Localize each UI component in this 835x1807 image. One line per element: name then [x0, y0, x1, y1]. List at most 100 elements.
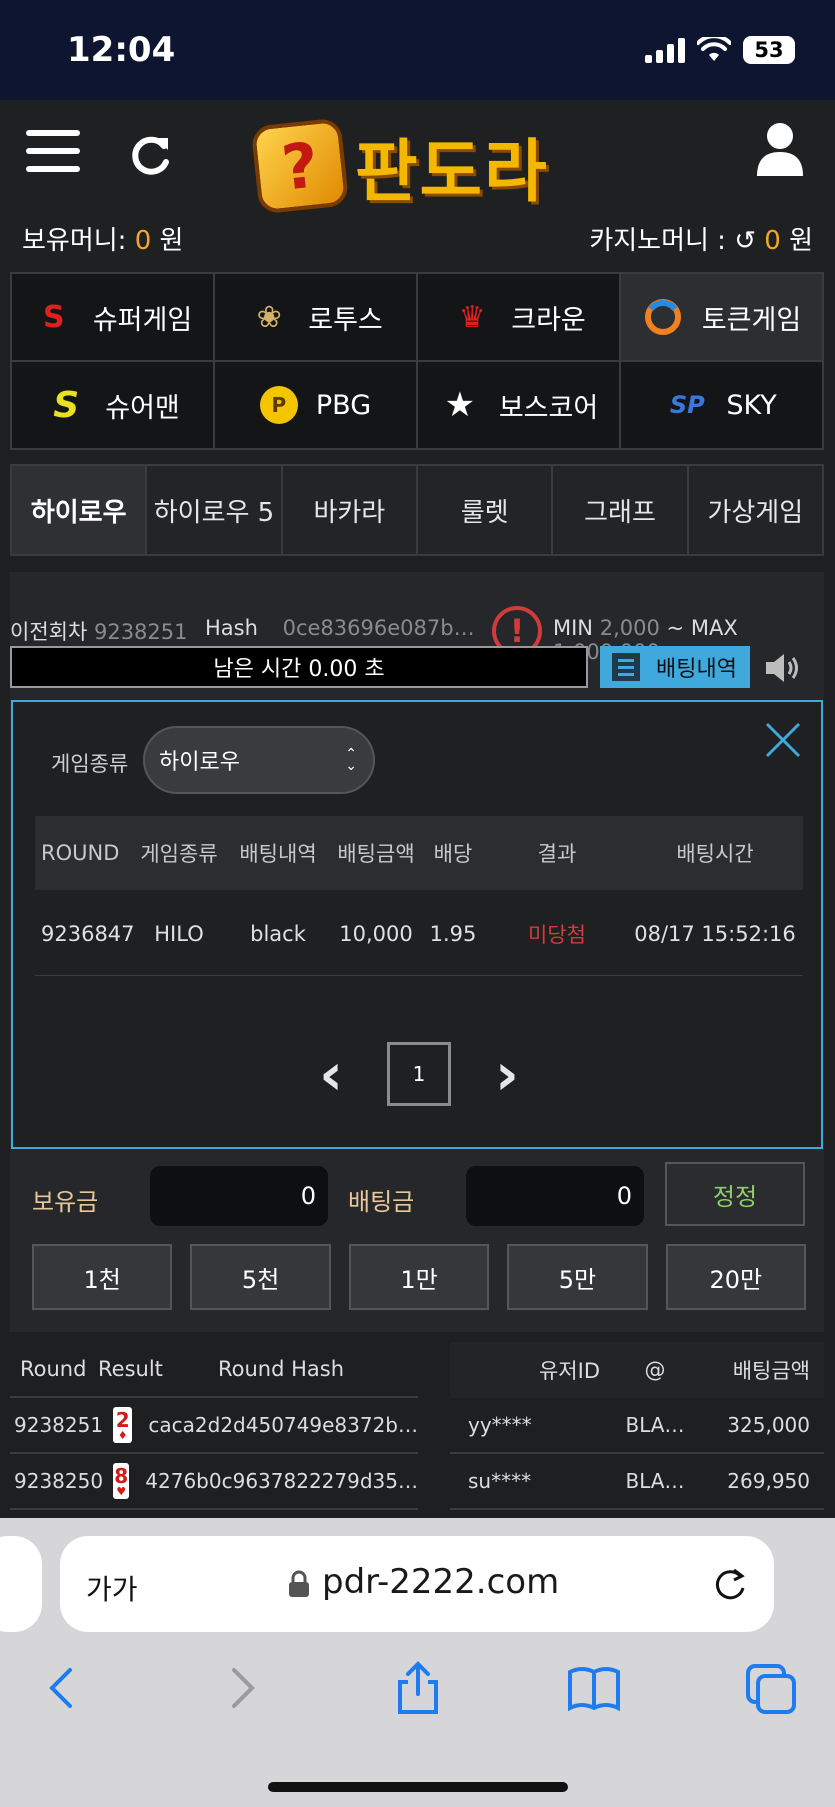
- share-icon[interactable]: [388, 1658, 448, 1718]
- game-sky[interactable]: SP SKY: [621, 362, 822, 448]
- wifi-icon: [697, 37, 731, 61]
- previous-round: 이전회차 9238251: [10, 616, 188, 646]
- prev-page-icon[interactable]: ‹: [319, 1045, 343, 1103]
- game-label: 토큰게임: [701, 304, 802, 336]
- casino-money: 카지노머니 : ↺ 0 원: [589, 220, 813, 257]
- chip-200k-button[interactable]: 20만: [665, 1244, 807, 1310]
- game-label: 슈어맨: [105, 392, 180, 424]
- casino-money-label: 카지노머니 :: [589, 226, 726, 256]
- user-amount: 269,950: [727, 1469, 810, 1493]
- user-id: su****: [468, 1469, 532, 1493]
- game-type-select[interactable]: 하이로우 ⌃ ⌄: [143, 726, 375, 794]
- chip-50k-button[interactable]: 5만: [507, 1244, 648, 1310]
- game-label: 크라운: [511, 304, 586, 336]
- prev-round-value: 9238251: [93, 620, 188, 644]
- row-time: 08/17 15:52:16: [634, 921, 796, 946]
- address-bar[interactable]: 가가 pdr-2222.com: [60, 1536, 774, 1632]
- casino-money-unit: 원: [789, 226, 813, 256]
- clock: 12:04: [67, 30, 176, 70]
- game-crown[interactable]: ♛ 크라운: [418, 274, 619, 360]
- reset-button[interactable]: 정정: [665, 1162, 805, 1226]
- url-text: pdr-2222.com: [322, 1562, 560, 1602]
- forward-icon[interactable]: [212, 1658, 272, 1718]
- page-number-button[interactable]: 1: [387, 1042, 451, 1106]
- round-list-header: Round Result Round Hash: [10, 1342, 418, 1398]
- balance-field: 0: [150, 1166, 328, 1226]
- close-icon[interactable]: [763, 720, 803, 760]
- bookmarks-icon[interactable]: [564, 1658, 624, 1718]
- reload-icon[interactable]: [712, 1566, 748, 1604]
- game-pbg[interactable]: P PBG: [215, 362, 416, 448]
- tab-hilo[interactable]: 하이로우: [12, 466, 146, 554]
- tab-virtual[interactable]: 가상게임: [688, 466, 822, 554]
- refresh-icon[interactable]: [128, 132, 174, 178]
- speaker-icon[interactable]: [762, 650, 802, 686]
- game-label: 슈퍼게임: [92, 304, 193, 336]
- game-sureman[interactable]: S 슈어맨: [12, 362, 213, 448]
- tab-graph[interactable]: 그래프: [553, 466, 687, 554]
- status-bar: 12:04 53: [0, 0, 835, 100]
- browser-toolbar: [0, 1658, 835, 1738]
- row-result: 미당첨: [528, 922, 586, 947]
- list-icon: [612, 653, 640, 681]
- col-amount: 배팅금액: [337, 842, 415, 866]
- game-boscore[interactable]: ★ 보스코어: [418, 362, 619, 448]
- tab-hilo5[interactable]: 하이로우 5: [147, 466, 281, 554]
- tab-roulette[interactable]: 룰렛: [417, 466, 552, 554]
- max-label: MAX: [690, 616, 738, 640]
- game-menu-grid: S 슈퍼게임 ❀ 로투스 ♛ 크라운 토큰게임 S 슈어맨 P PBG ★ 보스…: [10, 272, 824, 450]
- game-super[interactable]: S 슈퍼게임: [12, 274, 213, 360]
- betting-area: 보유금 0 배팅금 0 정정 1천 5천 1만 5만 20만: [10, 1152, 824, 1332]
- home-indicator: [268, 1782, 568, 1792]
- round-number: 9238250: [14, 1469, 104, 1493]
- chip-10k-button[interactable]: 1만: [348, 1244, 490, 1310]
- round-hash: caca2d2d450749e8372b…: [148, 1413, 418, 1437]
- row-amount: 10,000: [339, 921, 413, 946]
- hash-info: Hash 0ce83696e087b…: [205, 616, 475, 640]
- superman-s-icon: S: [43, 299, 65, 335]
- battery-icon: 53: [743, 36, 795, 64]
- col-time: 배팅시간: [676, 842, 754, 866]
- min-value: 2,000: [599, 616, 660, 640]
- game-type-label: 게임종류: [51, 752, 129, 776]
- reader-text-size-button[interactable]: 가가: [86, 1568, 138, 1608]
- col-odds: 배당: [433, 842, 473, 866]
- game-label: 로투스: [308, 304, 383, 336]
- site-logo[interactable]: ? 판도라: [250, 116, 549, 215]
- hamburger-menu-icon[interactable]: [26, 130, 80, 176]
- col-round: Round: [20, 1357, 87, 1381]
- tabs-icon[interactable]: [740, 1658, 800, 1718]
- bet-amount-field[interactable]: 0: [466, 1166, 644, 1226]
- pagination: ‹ 1 ›: [13, 1042, 825, 1106]
- hash-value: 0ce83696e087b…: [282, 616, 475, 640]
- back-icon[interactable]: [32, 1658, 92, 1718]
- sureman-s-icon: S: [53, 384, 80, 426]
- row-round: 9236847: [41, 921, 135, 946]
- sky-sp-icon: SP: [669, 391, 705, 419]
- user-amount: 325,000: [727, 1413, 810, 1437]
- casino-money-value: 0: [764, 226, 781, 256]
- balance-label: 보유금: [32, 1188, 99, 1216]
- bet-history-modal: 게임종류 하이로우 ⌃ ⌄ ROUND 게임종류 배팅내역 배팅금액 배당 결과 …: [11, 700, 823, 1149]
- user-id: yy****: [468, 1413, 532, 1437]
- user-pick: BLA…: [625, 1469, 685, 1493]
- bet-history-button[interactable]: 배팅내역: [600, 646, 750, 688]
- tilde: ~: [666, 616, 685, 640]
- game-token[interactable]: 토큰게임: [621, 274, 822, 360]
- col-pick: @: [644, 1358, 666, 1382]
- select-chevrons-icon: ⌃ ⌄: [345, 746, 357, 774]
- round-info-row: 이전회차 9238251 Hash 0ce83696e087b… ! MIN 2…: [10, 592, 824, 664]
- prev-round-label: 이전회차: [10, 620, 88, 644]
- casino-refresh-icon[interactable]: ↺: [734, 226, 756, 256]
- chip-5k-button[interactable]: 5천: [190, 1244, 331, 1310]
- tab-baccarat[interactable]: 바카라: [282, 466, 416, 554]
- game-lotus[interactable]: ❀ 로투스: [215, 274, 416, 360]
- chip-buttons: 1천 5천 1만 5만 20만: [32, 1244, 807, 1310]
- next-page-icon[interactable]: ›: [495, 1045, 519, 1103]
- holding-money-unit: 원: [159, 226, 184, 256]
- previous-tab-preview[interactable]: [0, 1536, 42, 1632]
- chip-1k-button[interactable]: 1천: [32, 1244, 173, 1310]
- user-icon[interactable]: [755, 122, 805, 178]
- holding-money-label: 보유머니:: [22, 226, 127, 256]
- col-round-hash: Round Hash: [218, 1357, 345, 1381]
